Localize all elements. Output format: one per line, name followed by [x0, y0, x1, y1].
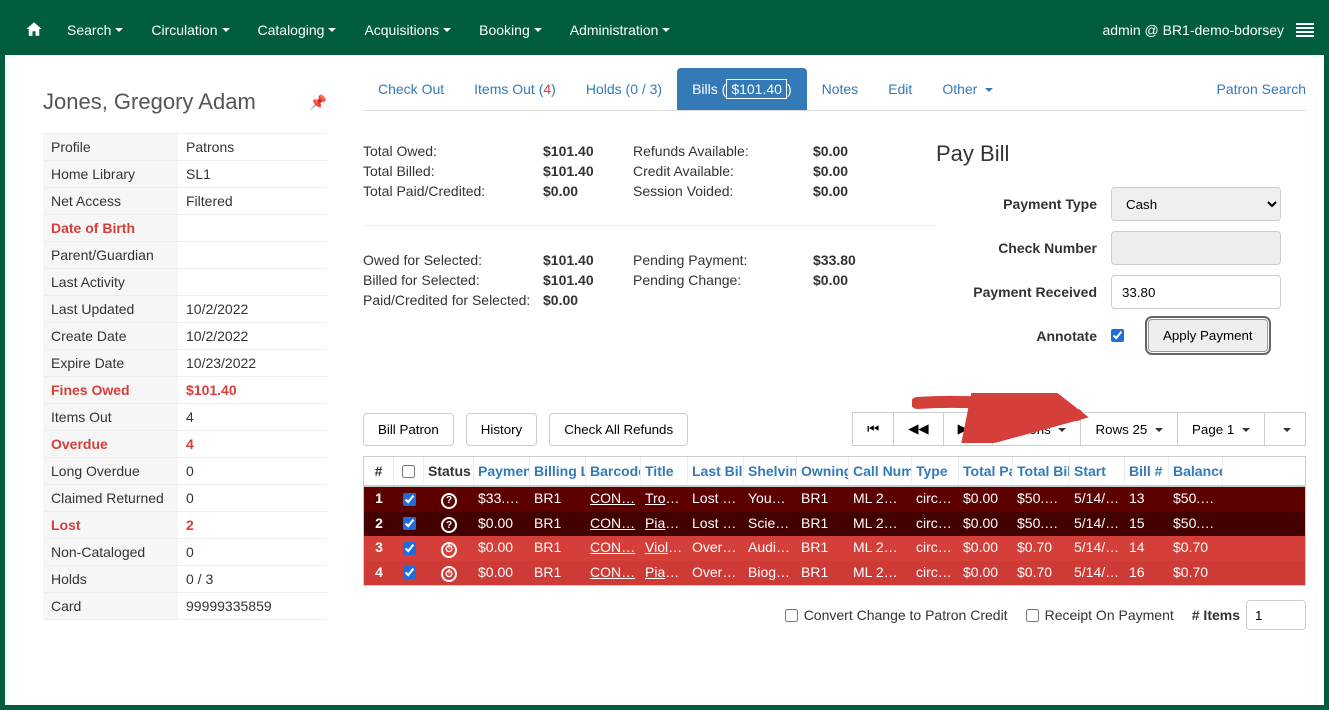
- tab-other[interactable]: Other: [927, 70, 1008, 108]
- col-title[interactable]: Title: [641, 457, 688, 485]
- col-balance[interactable]: Balance: [1169, 457, 1223, 485]
- check-all-refunds-button[interactable]: Check All Refunds: [549, 413, 688, 446]
- history-button[interactable]: History: [466, 413, 537, 446]
- col-barcode[interactable]: Barcode: [586, 457, 641, 485]
- col-owning[interactable]: Owning: [797, 457, 849, 485]
- col-total-billed[interactable]: Total Bil: [1013, 457, 1070, 485]
- col-shelving[interactable]: Shelving: [744, 457, 797, 485]
- col-billing-loc[interactable]: Billing L: [530, 457, 586, 485]
- more-dropdown[interactable]: [1265, 412, 1306, 446]
- pay-bill-title: Pay Bill: [936, 141, 1306, 167]
- payment-received-input[interactable]: [1111, 275, 1281, 309]
- page-first-button[interactable]: ⏮: [852, 412, 894, 446]
- col-start[interactable]: Start: [1070, 457, 1125, 485]
- payment-type-select[interactable]: Cash: [1111, 187, 1281, 221]
- annotate-checkbox[interactable]: [1111, 329, 1124, 342]
- table-row[interactable]: 4⏱$0.00BR1CON…Piano…Over…Biogr…BR1ML 2…c…: [364, 561, 1305, 586]
- tab-checkout[interactable]: Check Out: [363, 70, 459, 108]
- apply-payment-button[interactable]: Apply Payment: [1148, 319, 1268, 352]
- patron-tabs: Check Out Items Out (4) Holds (0 / 3) Bi…: [363, 68, 1306, 111]
- table-row[interactable]: 3⏱$0.00BR1CON…Violin…Over…Audio…BR1ML 2……: [364, 536, 1305, 561]
- menu-administration[interactable]: Administration: [556, 6, 685, 54]
- col-bill-num[interactable]: Bill #: [1125, 457, 1169, 485]
- pay-bill-form: Pay Bill Payment Type Cash Check Number …: [936, 141, 1306, 362]
- menu-booking[interactable]: Booking: [465, 6, 556, 54]
- menu-acquisitions[interactable]: Acquisitions: [350, 6, 465, 54]
- grid-footer: Convert Change to Patron Credit Receipt …: [363, 600, 1306, 630]
- receipt-checkbox[interactable]: Receipt On Payment: [1026, 607, 1174, 623]
- tab-bills[interactable]: Bills ($101.40): [677, 68, 807, 110]
- page-next-button[interactable]: ▶▶: [944, 412, 994, 446]
- patron-sidebar: Jones, Gregory Adam 📌 ProfilePatrons Hom…: [5, 55, 345, 630]
- page-prev-button[interactable]: ◀◀: [894, 412, 944, 446]
- col-call-num[interactable]: Call Num: [849, 457, 912, 485]
- convert-credit-checkbox[interactable]: Convert Change to Patron Credit: [785, 607, 1008, 623]
- col-total-paid[interactable]: Total Pa: [959, 457, 1013, 485]
- menu-cataloging[interactable]: Cataloging: [244, 6, 351, 54]
- actions-dropdown[interactable]: Actions: [993, 412, 1081, 446]
- tab-holds[interactable]: Holds (0 / 3): [571, 70, 677, 108]
- col-payment[interactable]: Payment: [474, 457, 530, 485]
- hamburger-icon[interactable]: [1296, 23, 1314, 37]
- patron-name: Jones, Gregory Adam: [43, 89, 256, 115]
- check-number-input: [1111, 231, 1281, 265]
- top-nav: Search Circulation Cataloging Acquisitio…: [5, 5, 1324, 55]
- rows-dropdown[interactable]: Rows 25: [1081, 412, 1178, 446]
- bill-patron-button[interactable]: Bill Patron: [363, 413, 454, 446]
- patron-search-link[interactable]: Patron Search: [1217, 71, 1307, 107]
- page-dropdown[interactable]: Page 1: [1178, 412, 1265, 446]
- col-last-bill[interactable]: Last Bill: [688, 457, 744, 485]
- grid-actions: Bill Patron History Check All Refunds ⏮ …: [363, 412, 1306, 446]
- menu-circulation[interactable]: Circulation: [137, 6, 243, 54]
- table-row[interactable]: 2?$0.00BR1CON…Piano…Lost …Scien…BR1ML 2……: [364, 512, 1305, 537]
- col-status[interactable]: Status: [424, 457, 474, 485]
- bill-totals: Total Owed: Total Billed: Total Paid/Cre…: [363, 141, 936, 362]
- table-row[interactable]: 1?$33.8…BR1CON…Trom…Lost …Youn…BR1ML 2…c…: [364, 487, 1305, 512]
- pin-icon[interactable]: 📌: [310, 94, 327, 111]
- home-icon[interactable]: [15, 20, 53, 41]
- col-type[interactable]: Type: [912, 457, 959, 485]
- menu-search[interactable]: Search: [53, 6, 137, 54]
- tab-items-out[interactable]: Items Out (4): [459, 70, 571, 108]
- patron-profile-table: ProfilePatrons Home LibrarySL1 Net Acces…: [43, 133, 327, 620]
- bills-grid: # Status Payment Billing L Barcode Title…: [363, 456, 1306, 586]
- col-checkbox[interactable]: [394, 457, 424, 485]
- admin-label[interactable]: admin @ BR1-demo-bdorsey: [1090, 22, 1296, 38]
- items-count-input[interactable]: [1246, 600, 1306, 630]
- col-number[interactable]: #: [364, 457, 394, 485]
- tab-notes[interactable]: Notes: [807, 70, 874, 108]
- tab-edit[interactable]: Edit: [873, 70, 927, 108]
